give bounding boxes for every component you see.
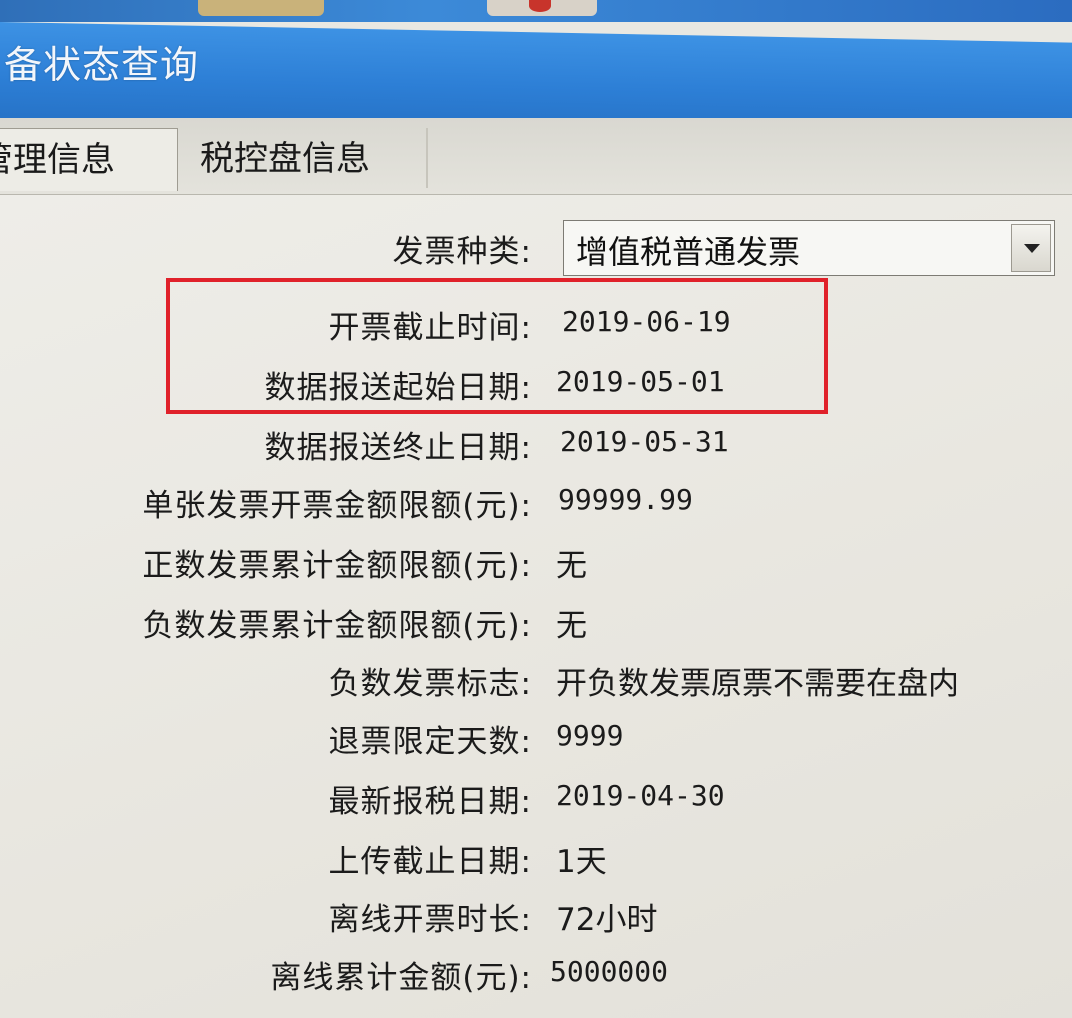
tab-tax-disk-info[interactable]: 税控盘信息 — [192, 128, 428, 190]
field-value: 2019-05-31 — [560, 425, 729, 458]
field-value: 无 — [556, 548, 587, 584]
invoice-type-select[interactable]: 增值税普通发票 — [563, 220, 1055, 276]
field-label: 负数发票累计金额限额(元): — [142, 608, 532, 644]
tab-label: 税控盘信息 — [200, 139, 370, 179]
field-value: 9999 — [556, 719, 624, 752]
field-row-refund-days-limit: 退票限定天数: 9999 — [0, 716, 1072, 768]
field-row-upload-deadline: 上传截止日期: 1天 — [0, 836, 1072, 888]
highlight-annotation — [166, 278, 828, 414]
field-row-report-end-date: 数据报送终止日期: 2019-05-31 — [0, 422, 1072, 474]
field-label: 正数发票累计金额限额(元): — [142, 548, 532, 584]
field-row-negative-invoice-flag: 负数发票标志: 开负数发票原票不需要在盘内 — [0, 658, 1072, 710]
chevron-down-icon[interactable] — [1011, 224, 1051, 272]
invoice-type-label: 发票种类: — [392, 234, 532, 270]
field-value: 5000000 — [550, 955, 669, 988]
field-row-offline-duration: 离线开票时长: 72小时 — [0, 894, 1072, 946]
taskbar-strip — [0, 0, 1072, 22]
app-icon[interactable] — [487, 0, 597, 16]
field-label: 退票限定天数: — [328, 724, 532, 760]
field-row-positive-total-limit: 正数发票累计金额限额(元): 无 — [0, 540, 1072, 592]
field-value: 72小时 — [556, 902, 658, 938]
field-label: 上传截止日期: — [328, 844, 532, 880]
field-label: 离线开票时长: — [328, 902, 532, 938]
window-title: 备状态查询 — [4, 43, 200, 87]
app-icon[interactable] — [198, 0, 324, 16]
tab-bar: 管理信息 税控盘信息 — [0, 118, 1072, 195]
tab-divider — [426, 128, 428, 188]
tab-management-info[interactable]: 管理信息 — [0, 128, 178, 191]
field-label: 离线累计金额(元): — [270, 960, 532, 996]
field-value: 2019-04-30 — [556, 779, 725, 812]
tab-label: 管理信息 — [0, 140, 115, 180]
field-label: 单张发票开票金额限额(元): — [142, 488, 532, 524]
field-row-latest-tax-report-date: 最新报税日期: 2019-04-30 — [0, 776, 1072, 828]
field-value: 1天 — [556, 844, 607, 880]
field-label: 负数发票标志: — [328, 666, 532, 702]
field-value: 开负数发票原票不需要在盘内 — [556, 666, 959, 702]
field-row-offline-total-amount: 离线累计金额(元): 5000000 — [0, 952, 1072, 1004]
field-row-single-invoice-limit: 单张发票开票金额限额(元): 99999.99 — [0, 480, 1072, 532]
invoice-type-value: 增值税普通发票 — [576, 233, 801, 271]
field-row-negative-total-limit: 负数发票累计金额限额(元): 无 — [0, 600, 1072, 652]
field-value: 99999.99 — [558, 483, 693, 516]
field-label: 数据报送终止日期: — [264, 430, 532, 466]
field-label: 最新报税日期: — [328, 784, 532, 820]
field-value: 无 — [556, 608, 587, 644]
